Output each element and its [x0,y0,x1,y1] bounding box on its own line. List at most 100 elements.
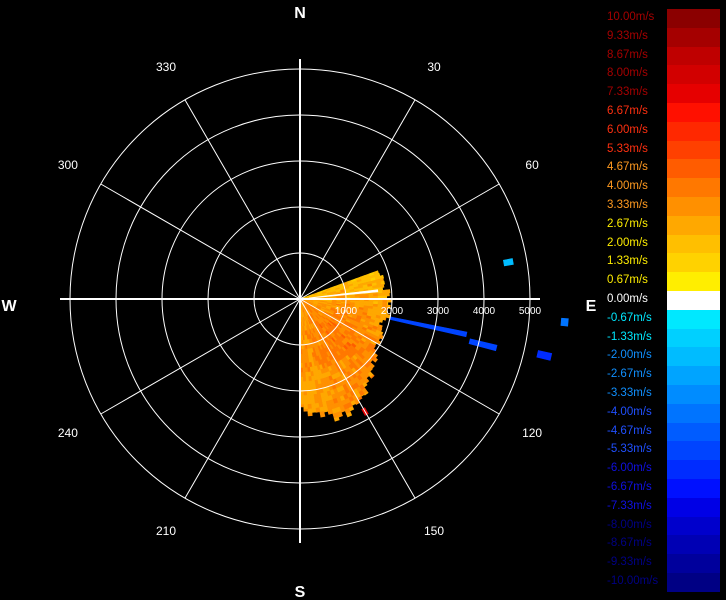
isolated-gate [468,338,498,352]
range-label: 5000 [519,306,542,317]
compass-label-west: W [1,298,17,315]
colorbar-entry: 3.33m/s [604,196,722,216]
colorbar-label: 6.00m/s [607,123,648,136]
colorbar-entry: -8.00m/s [604,516,722,536]
colorbar-entry: 2.67m/s [604,215,722,235]
colorbar-swatch [667,384,720,404]
azimuth-label: 210 [156,524,176,538]
colorbar-label: -2.00m/s [607,349,652,362]
colorbar-label: 9.33m/s [607,29,648,42]
colorbar-swatch [667,215,720,235]
echo-gate [302,390,308,396]
colorbar-entry: 1.33m/s [604,253,722,273]
echo-gate [311,407,317,413]
colorbar-label: 4.67m/s [607,161,648,174]
echo-gate [306,394,311,401]
colorbar-swatch [667,460,720,479]
colorbar-label: 8.00m/s [607,67,648,80]
colorbar-entry: 8.67m/s [604,46,722,66]
colorbar-swatch [667,234,720,254]
colorbar-entry: -0.67m/s [604,309,722,329]
colorbar-label: -1.33m/s [607,330,652,343]
colorbar-entry: -4.00m/s [604,403,722,423]
echo-gate [302,381,307,387]
echo-gate [379,318,384,323]
colorbar-swatch [667,422,720,442]
colorbar-swatch [667,196,720,216]
colorbar-swatch [667,140,720,160]
echo-gate [306,399,312,405]
colorbar-swatch [667,102,720,122]
colorbar-entry: -10.00m/s [604,572,722,592]
echo-gate [302,385,307,392]
colorbar-entry: 5.33m/s [604,140,722,160]
colorbar-swatch [667,366,720,385]
colorbar-swatch [667,290,720,310]
colorbar-label: -8.00m/s [607,518,652,531]
compass-label-south: S [295,584,306,600]
colorbar-label: -0.67m/s [607,311,652,324]
colorbar-label: -2.67m/s [607,368,652,381]
echo-gate [303,399,308,406]
polar-grid [60,59,540,543]
azimuth-label: 240 [58,426,78,440]
echo-gate [302,376,307,383]
colorbar-entry: 8.00m/s [604,65,722,85]
colorbar-entry: -8.67m/s [604,535,722,555]
colorbar-label: 10.00m/s [607,11,655,23]
compass-label-east: E [586,298,597,315]
echo-gate [377,292,384,297]
azimuth-label: 60 [525,158,539,172]
velocity-colorbar: 10.00m/s 9.33m/s 8.67m/s 8.00m/s 7.33m/s 6.67… [604,9,722,592]
colorbar-swatch [667,159,720,179]
colorbar-label: -4.00m/s [607,405,652,418]
colorbar-swatch [667,403,720,423]
colorbar-entry: -6.00m/s [604,460,722,479]
colorbar-entry: 0.00m/s [604,290,722,310]
colorbar-swatch [667,46,720,66]
colorbar-swatch [667,84,720,103]
isolated-gate [389,316,468,338]
colorbar-entry: -3.33m/s [604,384,722,404]
range-label: 4000 [473,306,496,317]
colorbar-swatch [667,347,720,367]
echo-gate [386,289,391,294]
colorbar-label: 5.33m/s [607,142,648,155]
colorbar-swatch [667,497,720,517]
colorbar-label: -6.00m/s [607,462,652,475]
colorbar-label: 6.67m/s [607,104,648,117]
range-label: 1000 [335,306,358,317]
colorbar-label: 3.33m/s [607,198,648,211]
echo-gate [307,408,313,415]
isolated-gate [560,317,569,327]
colorbar-label: 8.67m/s [607,48,648,61]
colorbar-swatch [667,9,720,28]
colorbar-label: 2.00m/s [607,236,648,249]
colorbar-entry: -6.67m/s [604,478,722,498]
azimuth-label: 150 [424,524,444,538]
colorbar-swatch [667,554,720,573]
colorbar-label: 2.67m/s [607,217,648,230]
colorbar-label: -8.67m/s [607,537,652,550]
colorbar-entry: -5.33m/s [604,441,722,461]
colorbar-swatch [667,328,720,348]
colorbar-swatch [667,478,720,498]
azimuth-spoke [184,99,301,300]
colorbar-swatch [667,253,720,273]
echo-gate [307,403,312,410]
echo-gate [386,301,389,306]
azimuth-spoke [100,298,301,415]
colorbar-label: -9.33m/s [607,556,652,569]
colorbar-entry: -4.67m/s [604,422,722,442]
colorbar-entry: 10.00m/s [604,9,722,28]
colorbar-label: -6.67m/s [607,480,652,493]
echo-gate [382,292,388,297]
colorbar-swatch [667,535,720,555]
colorbar-label: 4.00m/s [607,180,648,193]
echo-gate [327,409,334,415]
echo-gate [303,408,309,412]
colorbar-label: -4.67m/s [607,424,652,437]
azimuth-label: 30 [427,60,441,74]
colorbar-label: -10.00m/s [607,574,659,587]
colorbar-swatch [667,27,720,47]
